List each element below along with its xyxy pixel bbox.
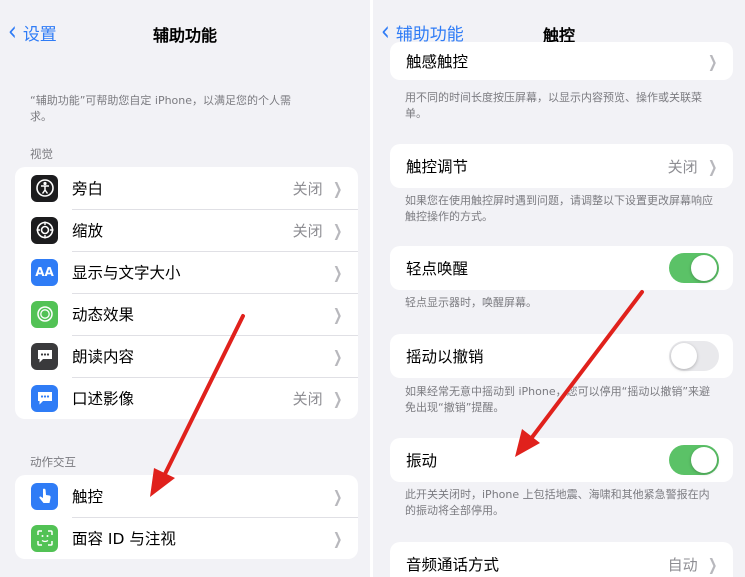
touch-icon [31,482,58,510]
toggle-knob [691,447,717,473]
list-item-label: 缩放 [72,222,104,240]
list-item-label: 触控 [72,488,104,506]
intro-text: “辅助功能”可帮助您自定 iPhone，以满足您的个人需求。 [30,94,292,123]
shake-to-undo-toggle[interactable] [669,341,719,371]
chevron-right-icon: ❯ [332,262,342,282]
page-title: 辅助功能 [152,26,217,45]
touch-panel: ‹ 辅助功能 触控 触感触控 ❯ 用不同的时间长度按压屏幕，以显示内容预览、操作… [373,0,745,577]
list-item-haptic-touch[interactable]: 触感触控 ❯ [390,42,733,80]
accessibility-panel: ‹ 设置 辅助功能 “辅助功能”可帮助您自定 iPhone，以满足您的个人需求。… [0,0,370,577]
list-item-spoken-content[interactable]: 朗读内容 ❯ [15,335,358,377]
chevron-right-icon: ❯ [332,346,342,366]
chevron-right-icon: ❯ [707,554,717,574]
chevron-right-icon: ❯ [332,178,342,198]
list-item-label: 口述影像 [72,390,135,408]
list-item-audio-description[interactable]: 口述影像 关闭 ❯ [15,377,358,419]
vibration-toggle[interactable] [669,445,719,475]
list-item-display-text-size[interactable]: AA 显示与文字大小 ❯ [15,251,358,293]
list-item-label: 旁白 [72,180,104,198]
chevron-right-icon: ❯ [707,51,717,71]
audio-description-icon [31,384,58,412]
list-item-vibration: 振动 [390,438,733,482]
list-item-label: 触控调节 [406,158,469,176]
tap-to-wake-group: 轻点唤醒 [390,246,733,290]
list-item-label: 轻点唤醒 [406,260,469,278]
chevron-right-icon: ❯ [707,156,717,176]
list-item-value: 关闭 [292,221,323,240]
list-item-value: 关闭 [667,157,698,176]
shake-note: 如果经常无意中摇动到 iPhone，您可以停用“摇动以撤销”来避免出现“撤销”提… [405,385,711,414]
voiceover-icon [31,174,58,202]
section-header-vision: 视觉 [30,147,53,161]
list-item-label: 音频通话方式 [406,556,500,574]
interaction-group: 触控 ❯ 面容 ID 与注视 ❯ [15,475,358,559]
spoken-content-icon [31,342,58,370]
list-item-value: 关闭 [292,179,323,198]
list-item-tap-to-wake: 轻点唤醒 [390,246,733,290]
list-item-label: 动态效果 [72,306,135,324]
nav-bar: ‹ 设置 辅助功能 [0,0,370,62]
chevron-right-icon: ❯ [332,304,342,324]
list-item-label: 触感触控 [406,53,469,71]
call-audio-group: 音频通话方式 自动 ❯ [390,542,733,577]
list-item-face-id-attention[interactable]: 面容 ID 与注视 ❯ [15,517,358,559]
haptic-note: 用不同的时间长度按压屏幕，以显示内容预览、操作或关联菜单。 [405,91,702,120]
list-item-value: 自动 [667,555,698,574]
list-item-shake-to-undo: 摇动以撤销 [390,334,733,378]
list-item-touch-accommodations[interactable]: 触控调节 关闭 ❯ [390,144,733,188]
toggle-knob [691,255,717,281]
accommodations-note: 如果您在使用触控屏时遇到问题，请调整以下设置更改屏幕响应触控操作的方式。 [405,194,713,223]
toggle-knob [671,343,697,369]
tap-to-wake-toggle[interactable] [669,253,719,283]
text-size-icon: AA [31,258,58,286]
chevron-right-icon: ❯ [332,486,342,506]
face-id-icon [31,524,58,552]
chevron-right-icon: ❯ [332,388,342,408]
list-item-motion[interactable]: 动态效果 ❯ [15,293,358,335]
list-item-label: 面容 ID 与注视 [72,530,176,548]
vibration-group: 振动 [390,438,733,482]
list-item-value: 关闭 [292,389,323,408]
list-item-label: 显示与文字大小 [72,264,181,282]
tap-note: 轻点显示器时，唤醒屏幕。 [405,296,537,309]
list-item-voiceover[interactable]: 旁白 关闭 ❯ [15,167,358,209]
list-item-call-audio-routing[interactable]: 音频通话方式 自动 ❯ [390,542,733,577]
chevron-right-icon: ❯ [332,528,342,548]
section-header-interaction: 动作交互 [30,455,76,469]
list-item-label: 振动 [406,452,438,470]
motion-icon [31,300,58,328]
list-item-zoom[interactable]: 缩放 关闭 ❯ [15,209,358,251]
list-item-touch[interactable]: 触控 ❯ [15,475,358,517]
touch-accommodations-group: 触控调节 关闭 ❯ [390,144,733,188]
chevron-right-icon: ❯ [332,220,342,240]
vision-group: 旁白 关闭 ❯ 缩放 关闭 ❯ AA 显示与文字大小 ❯ 动态效果 ❯ 朗读内容… [15,167,358,419]
zoom-icon [31,216,58,244]
list-item-label: 朗读内容 [72,348,135,366]
shake-to-undo-group: 摇动以撤销 [390,334,733,378]
haptic-touch-group: 触感触控 ❯ [390,42,733,80]
vibration-note: 此开关关闭时，iPhone 上包括地震、海啸和其他紧急警报在内的振动将全部停用。 [405,488,710,517]
list-item-label: 摇动以撤销 [406,348,484,366]
